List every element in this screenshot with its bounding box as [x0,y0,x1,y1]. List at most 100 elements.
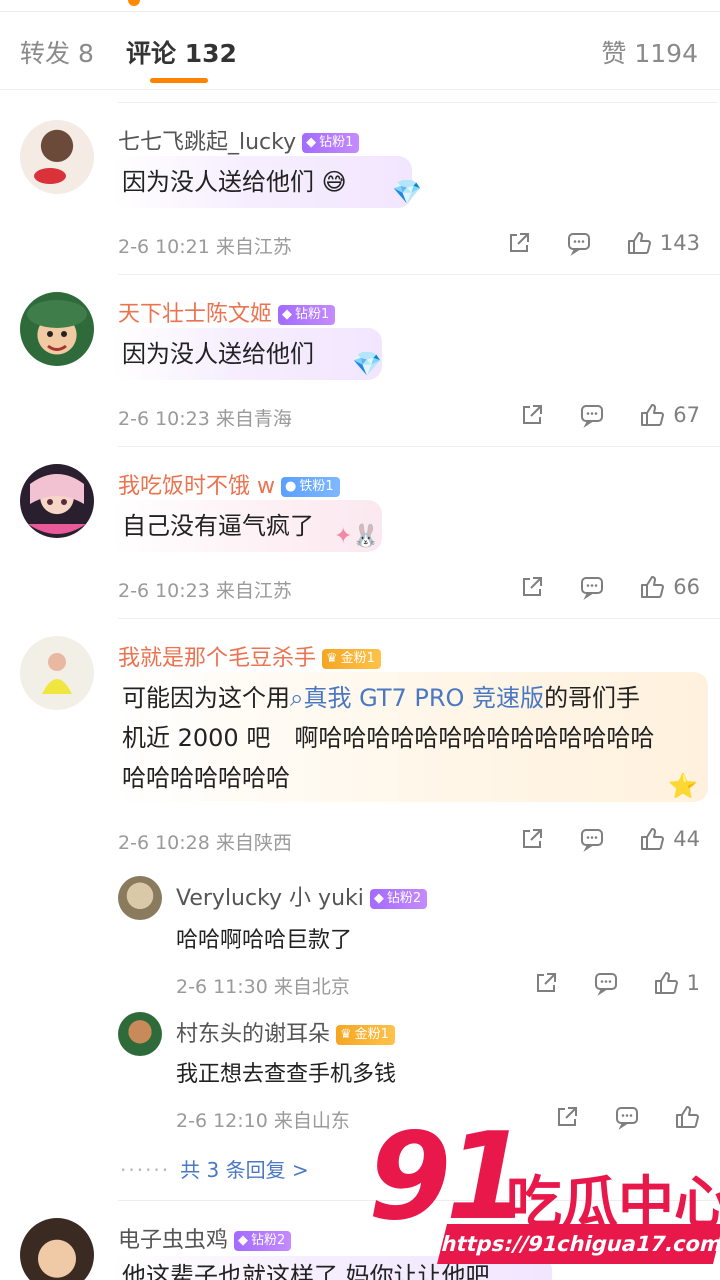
username[interactable]: 七七飞跳起_lucky ◆ 钻粉1 [118,124,360,156]
comment-actions: 66 [485,572,700,602]
comment-actions: 143 [472,228,700,258]
avatar[interactable] [20,1218,94,1280]
username[interactable]: 电子虫虫鸡 ◆ 钻粉2 [118,1222,292,1254]
username-text[interactable]: 电子虫虫鸡 [118,1228,228,1253]
tab-comment[interactable]: 评论 132 [126,34,237,70]
avatar[interactable] [118,1012,162,1056]
comment-icon [581,829,604,852]
username[interactable]: Verylucky 小 yuki ◆ 钻粉2 [176,880,428,912]
comment-line: 可能因为这个用⌕真我 GT7 PRO 竞速版的哥们手 [122,678,698,718]
comment-icon [616,1107,638,1130]
fan-badge: ◆ 钻粉2 [369,889,428,909]
top-strip [0,0,720,12]
like-button[interactable]: 44 [639,826,700,852]
fan-badge: ◆ 钻粉1 [278,305,336,325]
comment-bubble: 因为没人送给他们 😅 [112,156,412,208]
username-text[interactable]: 七七飞跳起_lucky [118,130,296,155]
avatar-image [27,300,87,351]
active-tab-indicator [150,78,208,83]
fan-badge: ♛ 金粉1 [322,649,381,669]
thumbs-up-icon [641,828,665,850]
comment-icon [567,233,590,256]
product-link-text[interactable]: 真我 GT7 PRO 竞速版 [303,684,544,712]
reply-button[interactable] [579,826,605,852]
reply-button[interactable] [579,402,605,428]
search-icon: ⌕ [290,684,304,712]
badge-label: 钻粉1 [295,307,330,322]
badge-label: 金粉1 [354,1027,389,1042]
like-button[interactable] [674,1104,700,1130]
like-button[interactable]: 143 [626,230,700,256]
tab-like[interactable]: 赞 1194 [601,34,698,70]
avatar[interactable] [20,636,94,710]
divider [118,102,718,103]
avatar[interactable] [118,876,162,920]
comment-text: 的哥们手 [544,684,641,712]
username-text[interactable]: 村东头的谢耳朵 [176,1022,330,1047]
diamond-gem-icon: 💎 [352,350,382,378]
comment-text: 可能因为这个用 [122,684,290,712]
avatar[interactable] [20,292,94,366]
username-text[interactable]: 我吃饭时不饿 w [118,474,275,499]
like-count: 66 [673,575,700,599]
diamond-icon: ◆ [238,1233,249,1248]
avatar[interactable] [20,464,94,538]
thumbs-up-icon [654,972,678,994]
username-text[interactable]: 天下壮士陈文姬 [118,302,272,327]
username[interactable]: 我吃饭时不饿 w ● 铁粉1 [118,468,340,500]
avatar[interactable] [20,120,94,194]
divider [118,618,720,619]
watermark-url: https://91chigua17.com [437,1224,720,1264]
comment-tabs: 转发 8 评论 132 赞 1194 [0,12,720,90]
username[interactable]: 我就是那个毛豆杀手 ♛ 金粉1 [118,640,381,672]
like-button[interactable]: 67 [639,402,700,428]
share-button[interactable] [519,826,545,852]
username-text[interactable]: Verylucky 小 yuki [176,886,364,911]
share-button[interactable] [506,230,532,256]
product-link[interactable]: ⌕真我 GT7 PRO 竞速版 [290,684,544,712]
site-watermark: 91 吃瓜中心 https://91chigua17.com [368,1118,720,1280]
reply-button[interactable] [579,574,605,600]
watermark-number: 91 [368,1108,529,1247]
reply-button[interactable] [593,970,619,996]
iron-fan-icon: ● [285,479,297,494]
thumbs-up-icon [641,404,665,426]
like-button[interactable]: 66 [639,574,700,600]
reply-button[interactable] [614,1104,640,1130]
like-count: 1 [686,971,700,995]
avatar-image [28,474,86,534]
tab-repost[interactable]: 转发 8 [20,34,94,70]
badge-label: 铁粉1 [299,479,334,494]
fan-badge: ◆ 钻粉2 [234,1231,292,1251]
share-icon [536,973,556,992]
share-button[interactable] [533,970,559,996]
share-icon [523,405,543,424]
crown-icon: ♛ [340,1027,352,1042]
username[interactable]: 天下壮士陈文姬 ◆ 钻粉1 [118,296,336,328]
avatar-image [42,653,72,694]
reply-button[interactable] [566,230,592,256]
share-icon [523,829,543,848]
comment-text: 自己没有逼气疯了 [122,512,314,540]
share-button[interactable] [519,402,545,428]
divider [118,446,720,447]
username-text[interactable]: 我就是那个毛豆杀手 [118,646,316,671]
reply-text: 我正想去查查手机多钱 [176,1062,397,1087]
comment-icon [581,577,604,600]
share-button[interactable] [519,574,545,600]
fan-badge: ◆ 钻粉1 [302,133,360,153]
more-replies-text[interactable]: 共 3 条回复 > [180,1158,309,1182]
badge-label: 钻粉2 [386,891,422,906]
share-icon [509,233,529,252]
comment-actions: 44 [485,824,700,854]
diamond-gem-icon: 💎 [392,178,422,206]
like-button[interactable]: 1 [653,970,700,996]
laughing-emoji-icon: 😅 [321,168,347,196]
comment-bubble: 因为没人送给他们 [112,328,382,380]
like-count: 143 [659,231,700,255]
more-replies-link[interactable]: ······ 共 3 条回复 > [120,1154,309,1183]
share-button[interactable] [554,1104,580,1130]
rabbit-sticker-icon: ✦🐰 [334,524,380,549]
username[interactable]: 村东头的谢耳朵 ♛ 金粉1 [176,1016,395,1048]
diamond-icon: ◆ [373,891,384,906]
